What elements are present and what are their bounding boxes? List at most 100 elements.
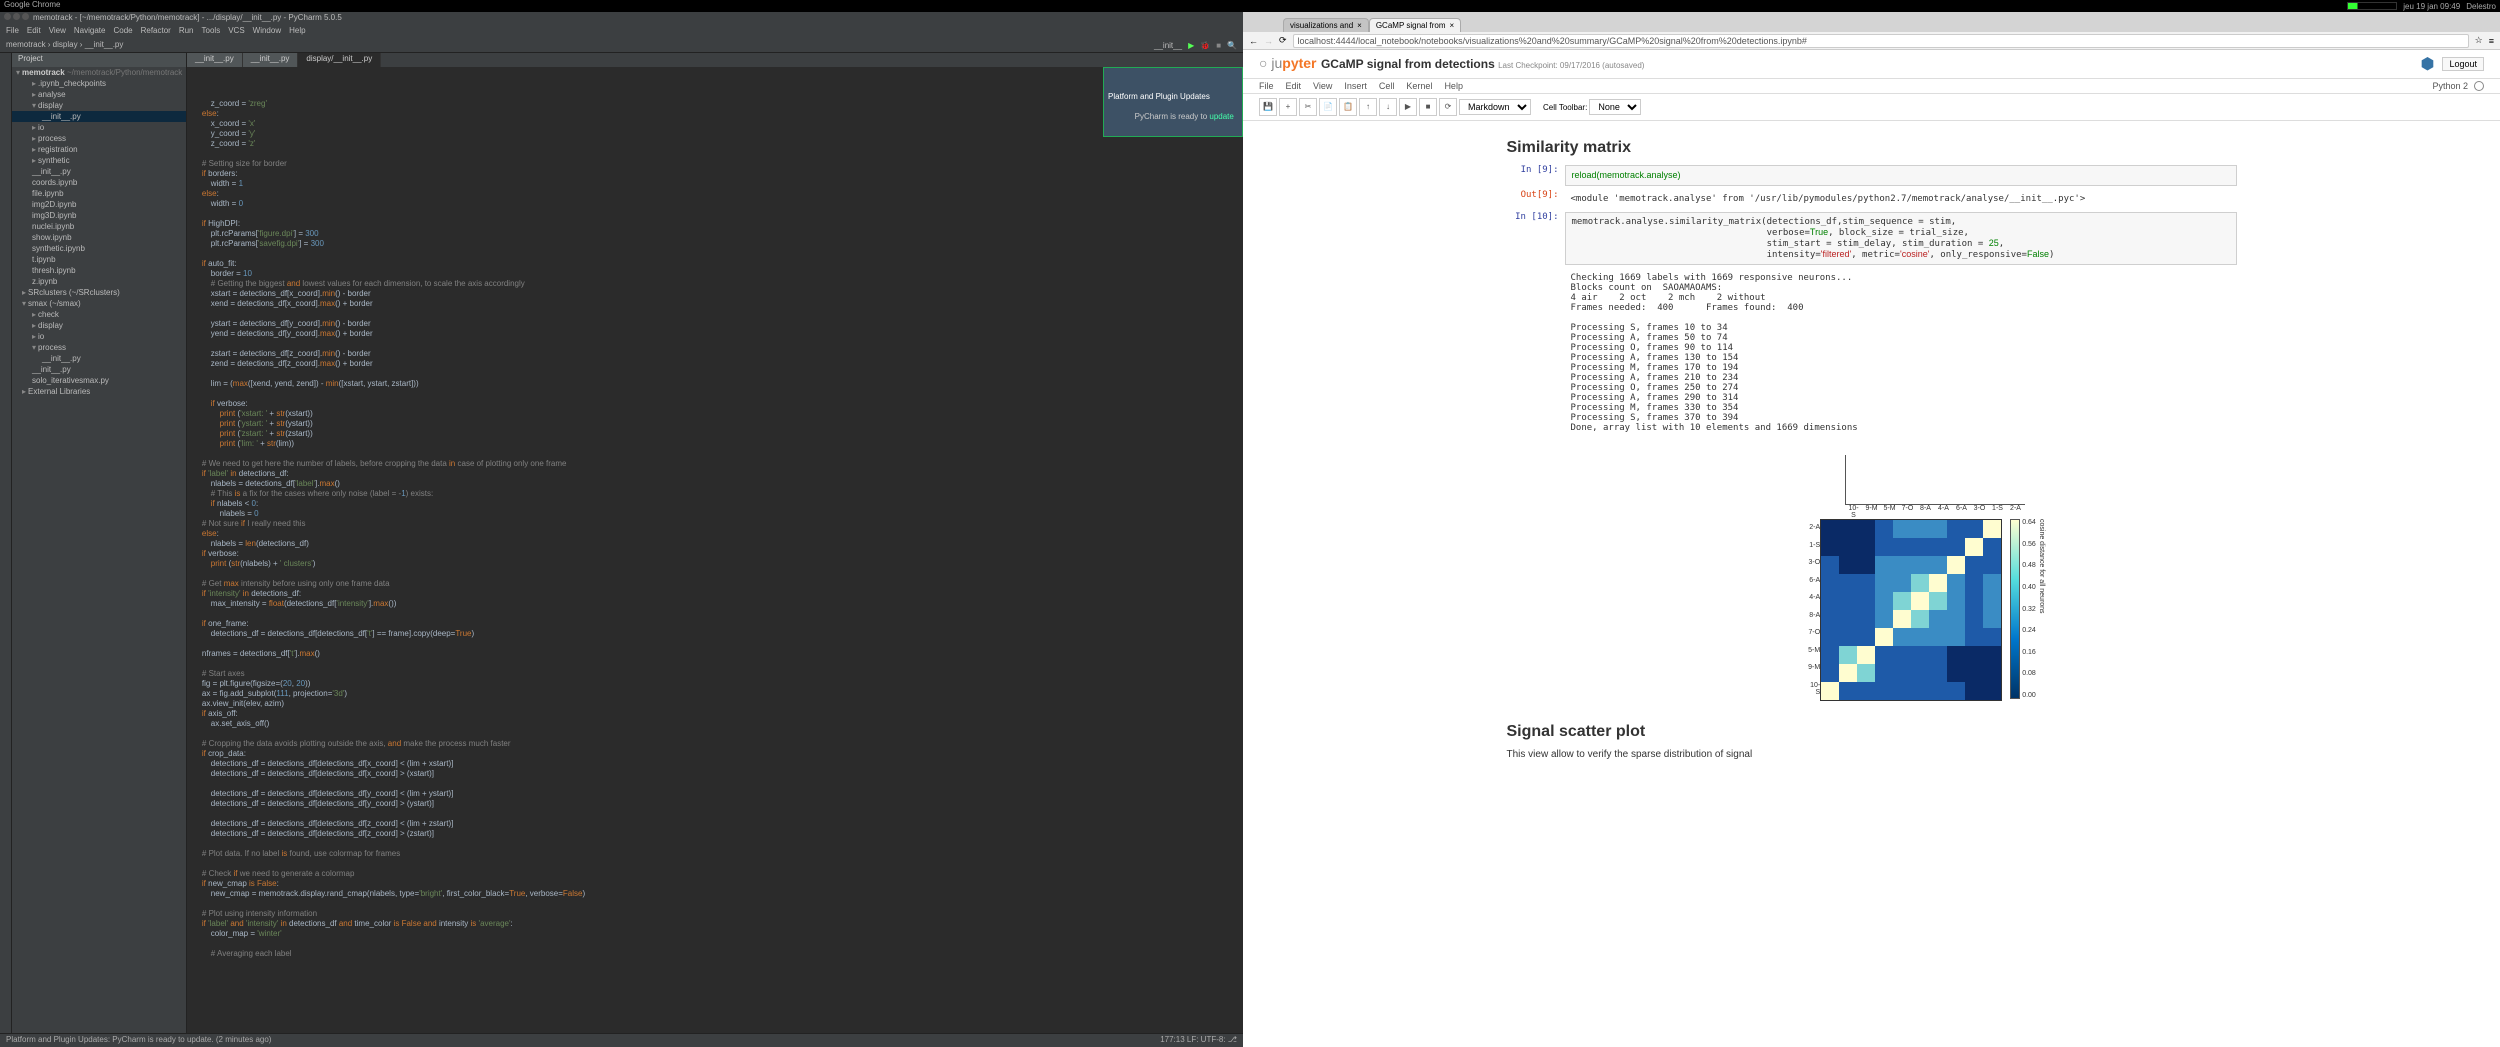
cb-tick: 0.48 (2022, 562, 2036, 569)
jp-menu-cell[interactable]: Cell (1379, 81, 1395, 91)
project-header[interactable]: Project (12, 53, 186, 67)
tree-node[interactable]: io (12, 331, 186, 342)
debug-icon[interactable]: 🐞 (1200, 41, 1210, 50)
interrupt-icon[interactable]: ■ (1419, 98, 1437, 116)
tree-node[interactable]: SRclusters (~/SRclusters) (12, 287, 186, 298)
pycharm-menubar[interactable]: File Edit View Navigate Code Refactor Ru… (0, 25, 1243, 39)
tree-node[interactable]: __init__.py (12, 166, 186, 177)
heatmap-cell (1857, 610, 1875, 628)
menu-icon[interactable]: ≡ (2489, 36, 2494, 46)
menu-run[interactable]: Run (179, 26, 194, 38)
tree-node[interactable]: show.ipynb (12, 232, 186, 243)
tree-node[interactable]: img2D.ipynb (12, 199, 186, 210)
editor-tabs[interactable]: __init__.py __init__.py display/__init__… (187, 53, 1243, 67)
editor-tab-2[interactable]: display/__init__.py (298, 53, 381, 67)
tree-node[interactable]: synthetic (12, 155, 186, 166)
copy-icon[interactable]: 📄 (1319, 98, 1337, 116)
close-icon[interactable]: × (1449, 21, 1454, 30)
tree-node[interactable]: __init__.py (12, 111, 186, 122)
celltoolbar-select[interactable]: None (1589, 99, 1641, 115)
tree-node[interactable]: External Libraries (12, 386, 186, 397)
close-icon[interactable]: × (1357, 21, 1362, 30)
back-icon[interactable]: ← (1249, 36, 1258, 46)
chrome-tab-0[interactable]: visualizations and× (1283, 18, 1369, 32)
menu-code[interactable]: Code (113, 26, 132, 38)
breadcrumb-1[interactable]: display (53, 40, 78, 49)
tree-node[interactable]: thresh.ipynb (12, 265, 186, 276)
heatmap-cell (1965, 574, 1983, 592)
notebook-title[interactable]: GCaMP signal from detections (1321, 57, 1495, 71)
jp-menu-file[interactable]: File (1259, 81, 1274, 91)
jp-menu-edit[interactable]: Edit (1286, 81, 1302, 91)
stop-icon[interactable]: ■ (1216, 41, 1221, 50)
tree-node[interactable]: .ipynb_checkpoints (12, 78, 186, 89)
cut-icon[interactable]: ✂ (1299, 98, 1317, 116)
forward-icon[interactable]: → (1264, 36, 1273, 46)
notebook-content[interactable]: Similarity matrix In [9]: reload(memotra… (1243, 121, 2500, 1047)
logout-button[interactable]: Logout (2442, 57, 2484, 71)
menu-tools[interactable]: Tools (202, 26, 221, 38)
editor-tab-0[interactable]: __init__.py (187, 53, 243, 67)
jupyter-logo[interactable]: ○ jupyter (1259, 55, 1317, 71)
tree-node[interactable]: io (12, 122, 186, 133)
paste-icon[interactable]: 📋 (1339, 98, 1357, 116)
add-cell-icon[interactable]: + (1279, 98, 1297, 116)
tree-node[interactable]: display (12, 320, 186, 331)
tree-node[interactable]: process (12, 342, 186, 353)
star-icon[interactable]: ☆ (2475, 35, 2483, 46)
save-icon[interactable]: 💾 (1259, 98, 1277, 116)
editor-tab-1[interactable]: __init__.py (243, 53, 299, 67)
heatmap-cell (1875, 646, 1893, 664)
celltype-select[interactable]: Markdown (1459, 99, 1531, 115)
menu-refactor[interactable]: Refactor (141, 26, 171, 38)
update-popup[interactable]: Platform and Plugin Updates PyCharm is r… (1103, 67, 1243, 137)
tree-node[interactable]: process (12, 133, 186, 144)
run-icon[interactable]: ▶ (1399, 98, 1417, 116)
jp-menu-kernel[interactable]: Kernel (1406, 81, 1432, 91)
run-icon[interactable]: ▶ (1188, 41, 1194, 50)
tree-node[interactable]: synthetic.ipynb (12, 243, 186, 254)
tool-strip-left[interactable] (0, 53, 12, 1033)
tree-node[interactable]: check (12, 309, 186, 320)
move-down-icon[interactable]: ↓ (1379, 98, 1397, 116)
in10-code[interactable]: memotrack.analyse.similarity_matrix(dete… (1565, 212, 2237, 265)
breadcrumb-2[interactable]: __init__.py (85, 40, 124, 49)
jp-menu-help[interactable]: Help (1444, 81, 1463, 91)
tree-node[interactable]: __init__.py (12, 353, 186, 364)
tree-node[interactable]: nuclei.ipynb (12, 221, 186, 232)
menu-file[interactable]: File (6, 26, 19, 38)
popup-link[interactable]: update (1209, 112, 1233, 121)
menu-edit[interactable]: Edit (27, 26, 41, 38)
run-config[interactable]: __init__ (1154, 41, 1182, 50)
tree-node[interactable]: img3D.ipynb (12, 210, 186, 221)
tree-node[interactable]: t.ipynb (12, 254, 186, 265)
tree-node[interactable]: smax (~/smax) (12, 298, 186, 309)
jp-menu-view[interactable]: View (1313, 81, 1332, 91)
url-input[interactable]: localhost:4444/local_notebook/notebooks/… (1293, 34, 2469, 48)
reload-icon[interactable]: ⟳ (1279, 35, 1287, 46)
tree-node[interactable]: display (12, 100, 186, 111)
menu-navigate[interactable]: Navigate (74, 26, 106, 38)
menu-help[interactable]: Help (289, 26, 305, 38)
tree-node[interactable]: solo_iterativesmax.py (12, 375, 186, 386)
tree-node[interactable]: z.ipynb (12, 276, 186, 287)
move-up-icon[interactable]: ↑ (1359, 98, 1377, 116)
chrome-tabstrip[interactable]: visualizations and× GCaMP signal from× (1243, 12, 2500, 32)
out10-text: Checking 1669 labels with 1669 responsiv… (1565, 269, 2237, 437)
project-root[interactable]: memotrack ~/memotrack/Python/memotrack (12, 67, 186, 78)
code-editor[interactable]: Platform and Plugin Updates PyCharm is r… (187, 67, 1243, 1033)
menu-vcs[interactable]: VCS (228, 26, 244, 38)
restart-icon[interactable]: ⟳ (1439, 98, 1457, 116)
tree-node[interactable]: file.ipynb (12, 188, 186, 199)
tree-node[interactable]: coords.ipynb (12, 177, 186, 188)
chrome-tab-1[interactable]: GCaMP signal from× (1369, 18, 1461, 32)
in9-code[interactable]: reload(memotrack.analyse) (1565, 165, 2237, 186)
tree-node[interactable]: analyse (12, 89, 186, 100)
tree-node[interactable]: registration (12, 144, 186, 155)
tree-node[interactable]: __init__.py (12, 364, 186, 375)
breadcrumb-0[interactable]: memotrack (6, 40, 46, 49)
jp-menu-insert[interactable]: Insert (1344, 81, 1367, 91)
search-icon[interactable]: 🔍 (1227, 41, 1237, 50)
menu-window[interactable]: Window (253, 26, 281, 38)
menu-view[interactable]: View (49, 26, 66, 38)
